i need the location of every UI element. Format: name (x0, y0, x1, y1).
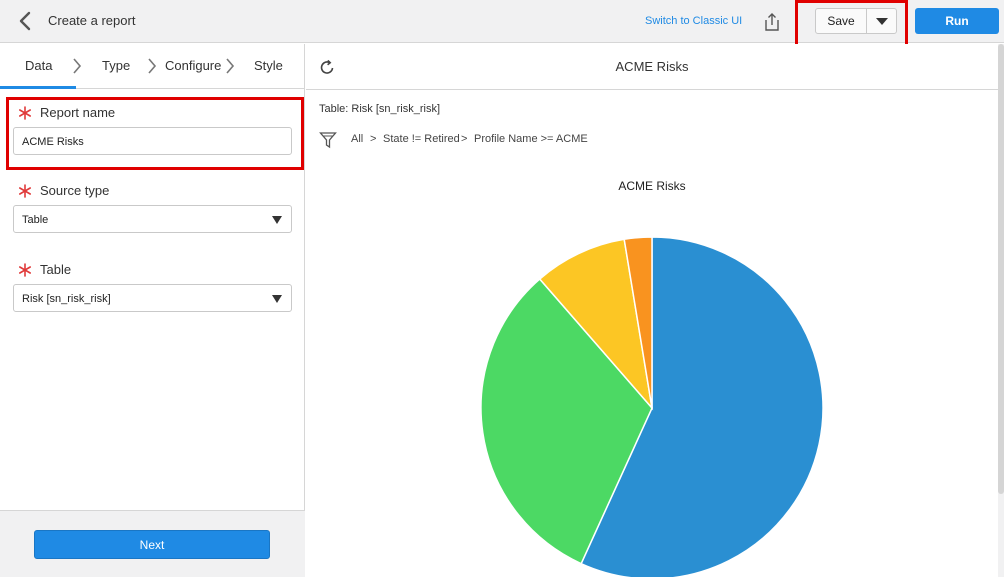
source-type-label: Source type (40, 183, 110, 198)
tab-configure[interactable]: Configure (165, 58, 221, 73)
source-table-label: Table: Risk [sn_risk_risk] (319, 103, 441, 115)
required-asterisk-icon (18, 106, 31, 120)
wizard-tabs: Data Type Configure Style (0, 44, 305, 89)
save-button[interactable]: Save (815, 8, 867, 34)
caret-down-icon (272, 295, 282, 303)
required-asterisk-icon (18, 184, 31, 198)
filter-funnel-icon[interactable] (319, 131, 337, 149)
tab-data[interactable]: Data (25, 58, 52, 73)
switch-to-classic-link[interactable]: Switch to Classic UI (645, 15, 742, 27)
table-select[interactable]: Risk [sn_risk_risk] (13, 284, 292, 312)
tab-type[interactable]: Type (102, 58, 130, 73)
share-icon[interactable] (763, 12, 781, 32)
next-button[interactable]: Next (34, 530, 270, 559)
filter-crumb-state[interactable]: State != Retired (383, 133, 460, 145)
table-value: Risk [sn_risk_risk] (22, 293, 111, 305)
report-preview-panel: ACME Risks Table: Risk [sn_risk_risk] Al… (306, 44, 998, 577)
pie-chart (480, 236, 824, 577)
source-type-value: Table (22, 214, 49, 226)
filter-separator: > (370, 133, 377, 145)
report-settings-panel: Data Type Configure Style Report name AC… (0, 44, 305, 577)
chevron-right-icon (148, 58, 157, 74)
header-bar: Create a report Switch to Classic UI Sav… (0, 0, 1004, 43)
chart-title: ACME Risks (618, 179, 686, 193)
tab-style[interactable]: Style (254, 58, 283, 73)
filter-crumb-profile[interactable]: Profile Name >= ACME (474, 133, 588, 145)
preview-header: ACME Risks (306, 44, 998, 90)
save-dropdown-button[interactable] (866, 8, 897, 34)
page-title: Create a report (48, 13, 136, 28)
required-asterisk-icon (18, 263, 31, 277)
filter-separator: > (461, 133, 468, 145)
scrollbar[interactable] (998, 44, 1004, 577)
report-name-label: Report name (40, 105, 116, 120)
caret-down-icon (875, 17, 888, 25)
filter-crumb-all[interactable]: All (351, 133, 363, 145)
back-chevron-icon[interactable] (16, 11, 34, 31)
report-title: ACME Risks (615, 59, 689, 74)
chevron-right-icon (73, 58, 82, 74)
active-tab-indicator (0, 86, 76, 89)
report-name-input[interactable]: ACME Risks (13, 127, 292, 155)
source-type-select[interactable]: Table (13, 205, 292, 233)
table-label: Table (40, 262, 72, 277)
run-button[interactable]: Run (915, 8, 999, 34)
scrollbar-thumb[interactable] (998, 44, 1004, 494)
panel-footer: Next (0, 510, 305, 577)
caret-down-icon (272, 216, 282, 224)
chevron-right-icon (226, 58, 235, 74)
